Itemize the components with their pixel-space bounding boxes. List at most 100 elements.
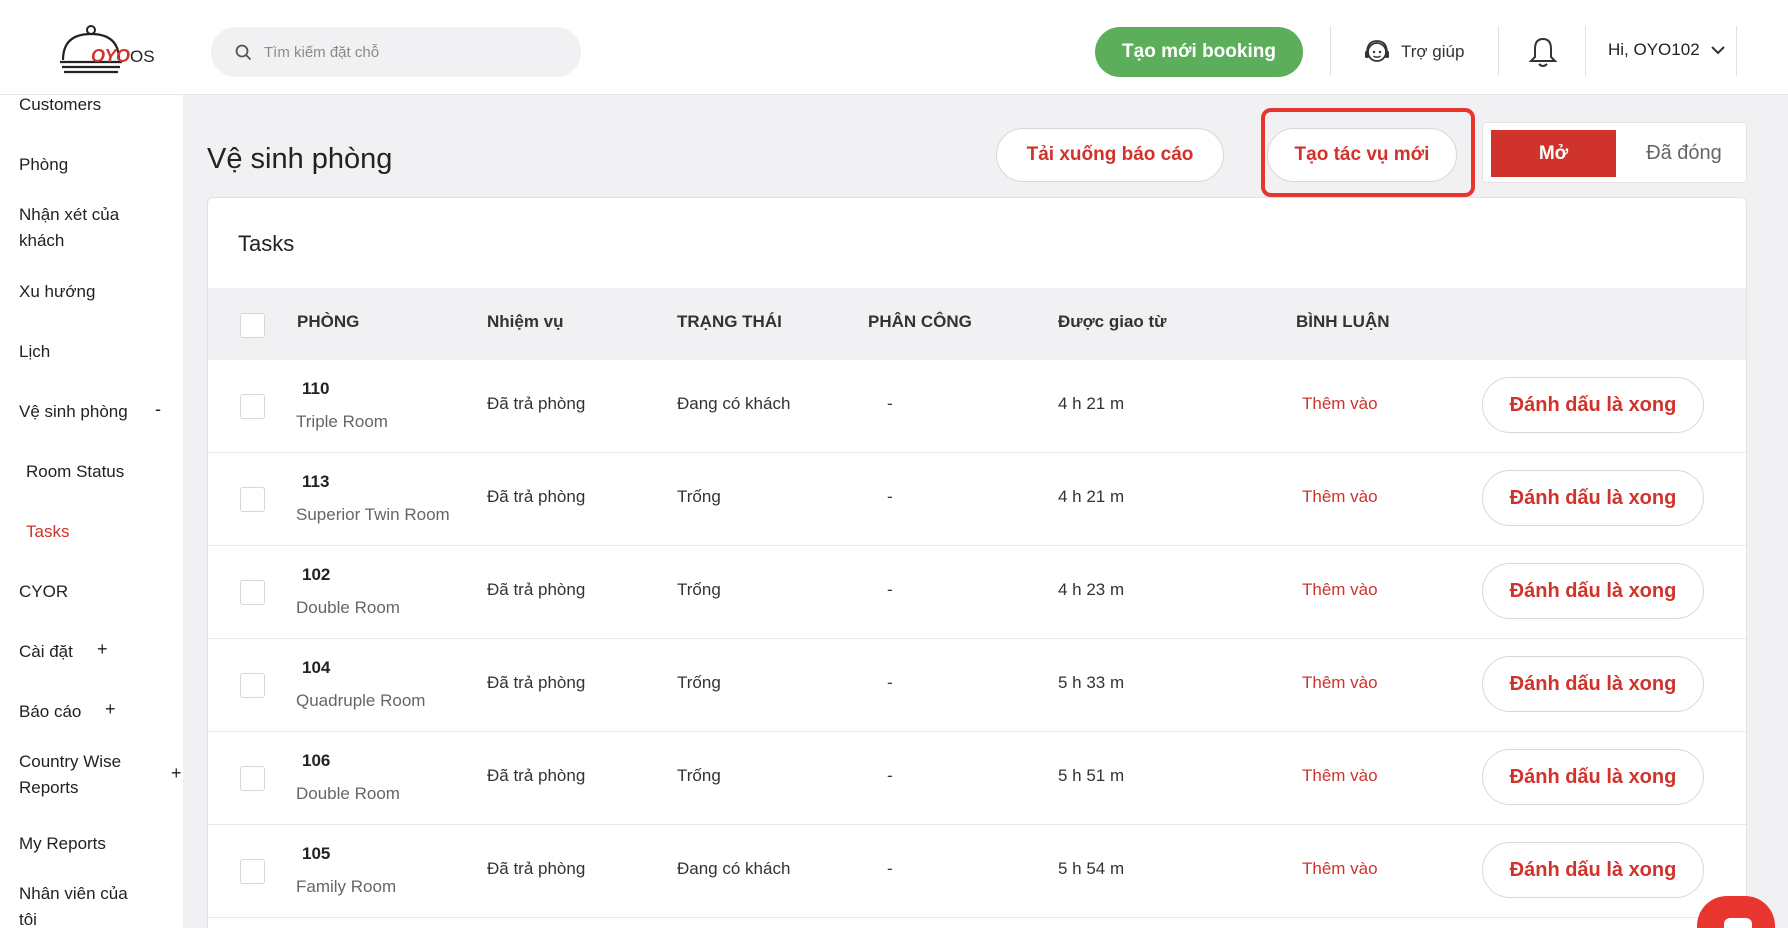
room-number: 113 — [302, 472, 330, 491]
task-cell: Đã trả phòng — [487, 394, 586, 413]
table-row: 105 Family Room Đã trả phòng Đang có khá… — [208, 825, 1746, 918]
row-checkbox[interactable] — [240, 859, 265, 884]
assigned-since-cell: 4 h 21 m — [1058, 394, 1125, 413]
help-link[interactable]: Trợ giúp — [1363, 38, 1464, 66]
column-header-assigned-since: Được giao từ — [1058, 312, 1167, 331]
column-header-status: TRẠNG THÁI — [677, 312, 782, 331]
chat-widget-button[interactable] — [1697, 896, 1775, 928]
sidebar-item-calendar[interactable]: Lịch — [19, 339, 50, 365]
logo-brand-text: OYO — [91, 46, 130, 66]
room-type: Quadruple Room — [296, 691, 426, 710]
user-menu[interactable]: Hi, OYO102 — [1608, 40, 1726, 60]
download-report-button[interactable]: Tải xuống báo cáo — [996, 128, 1224, 182]
search-input[interactable] — [264, 43, 564, 61]
add-comment-link[interactable]: Thêm vào — [1302, 859, 1378, 879]
sidebar-item-housekeeping[interactable]: Vệ sinh phòng — [19, 399, 128, 425]
mark-done-button[interactable]: Đánh dấu là xong — [1482, 563, 1704, 619]
bell-icon — [1528, 37, 1558, 67]
sidebar-item-tasks[interactable]: Tasks — [26, 519, 69, 545]
status-cell: Trống — [677, 580, 721, 599]
help-label: Trợ giúp — [1401, 42, 1465, 61]
add-comment-link[interactable]: Thêm vào — [1302, 580, 1378, 600]
expand-icon[interactable]: + — [105, 699, 116, 720]
toggle-closed-button[interactable]: Đã đóng — [1625, 130, 1743, 177]
sidebar-item-trends[interactable]: Xu hướng — [19, 279, 95, 305]
tasks-card: Tasks PHÒNG Nhiệm vụ TRẠNG THÁI PHÂN CÔN… — [207, 197, 1747, 928]
sidebar-item-guest-reviews[interactable]: Nhận xét của khách — [19, 202, 119, 254]
assigned-since-cell: 5 h 33 m — [1058, 673, 1125, 692]
task-cell: Đã trả phòng — [487, 673, 586, 692]
room-number: 106 — [302, 751, 331, 770]
row-checkbox[interactable] — [240, 487, 265, 512]
task-cell: Đã trả phòng — [487, 487, 586, 506]
header-divider — [1330, 26, 1331, 76]
toggle-open-button[interactable]: Mở — [1491, 130, 1616, 177]
sidebar-item-rooms[interactable]: Phòng — [19, 152, 68, 178]
table-row: 104 Quadruple Room Đã trả phòng Trống - … — [208, 639, 1746, 732]
sidebar-item-my-reports[interactable]: My Reports — [19, 831, 106, 857]
task-cell: Đã trả phòng — [487, 766, 586, 785]
add-comment-link[interactable]: Thêm vào — [1302, 487, 1378, 507]
page-title: Vệ sinh phòng — [207, 143, 393, 175]
user-greeting: Hi, OYO102 — [1608, 40, 1700, 59]
expand-icon[interactable]: + — [171, 763, 182, 784]
room-type: Double Room — [296, 598, 400, 617]
mark-done-button[interactable]: Đánh dấu là xong — [1482, 470, 1704, 526]
table-row: 102 Double Room Đã trả phòng Trống - 4 h… — [208, 546, 1746, 639]
room-number: 110 — [302, 379, 330, 398]
status-cell: Đang có khách — [677, 859, 791, 878]
assignment-cell: - — [887, 766, 893, 785]
header-divider — [1736, 26, 1737, 76]
sidebar-item-settings[interactable]: Cài đặt — [19, 639, 73, 665]
assigned-since-cell: 4 h 23 m — [1058, 580, 1125, 599]
expand-icon[interactable]: + — [97, 639, 108, 660]
select-all-checkbox[interactable] — [240, 313, 265, 338]
room-type: Triple Room — [296, 412, 388, 431]
column-header-comments: BÌNH LUẬN — [1296, 312, 1390, 331]
column-header-task: Nhiệm vụ — [487, 312, 564, 331]
table-header: PHÒNG Nhiệm vụ TRẠNG THÁI PHÂN CÔNG Được… — [208, 288, 1746, 360]
add-comment-link[interactable]: Thêm vào — [1302, 394, 1378, 414]
mark-done-button[interactable]: Đánh dấu là xong — [1482, 377, 1704, 433]
sidebar-item-my-staff[interactable]: Nhân viên của tôi — [19, 881, 128, 928]
table-row: 106 Double Room Đã trả phòng Trống - 5 h… — [208, 732, 1746, 825]
row-checkbox[interactable] — [240, 673, 265, 698]
mark-done-button[interactable]: Đánh dấu là xong — [1482, 842, 1704, 898]
notification-bell[interactable] — [1528, 36, 1558, 73]
status-cell: Trống — [677, 673, 721, 692]
assigned-since-cell: 4 h 21 m — [1058, 487, 1125, 506]
header-divider — [1498, 26, 1499, 76]
assignment-cell: - — [887, 859, 893, 878]
room-type: Family Room — [296, 877, 397, 896]
add-comment-link[interactable]: Thêm vào — [1302, 766, 1378, 786]
task-cell: Đã trả phòng — [487, 859, 586, 878]
collapse-icon[interactable]: - — [155, 399, 161, 420]
search-icon — [235, 44, 252, 60]
assignment-cell: - — [887, 394, 893, 413]
sidebar-item-reports[interactable]: Báo cáo — [19, 699, 81, 725]
add-comment-link[interactable]: Thêm vào — [1302, 673, 1378, 693]
card-title: Tasks — [238, 231, 295, 256]
status-cell: Đang có khách — [677, 394, 791, 413]
sidebar-item-cyor[interactable]: CYOR — [19, 579, 68, 605]
column-header-assignment: PHÂN CÔNG — [868, 312, 972, 331]
support-agent-icon — [1365, 40, 1389, 62]
mark-done-button[interactable]: Đánh dấu là xong — [1482, 749, 1704, 805]
assigned-since-cell: 5 h 51 m — [1058, 766, 1125, 785]
row-checkbox[interactable] — [240, 580, 265, 605]
column-header-room: PHÒNG — [297, 312, 360, 331]
row-checkbox[interactable] — [240, 394, 265, 419]
sidebar-item-customers[interactable]: Customers — [19, 92, 101, 118]
chat-icon — [1724, 918, 1752, 928]
sidebar-item-country-wise-reports[interactable]: Country Wise Reports — [19, 749, 121, 801]
header-divider — [1585, 26, 1586, 76]
row-checkbox[interactable] — [240, 766, 265, 791]
new-booking-button[interactable]: Tạo mới booking — [1095, 27, 1303, 77]
status-cell: Trống — [677, 487, 721, 506]
mark-done-button[interactable]: Đánh dấu là xong — [1482, 656, 1704, 712]
oyo-os-logo[interactable]: OYO OS — [58, 24, 168, 80]
sidebar-item-room-status[interactable]: Room Status — [26, 459, 124, 485]
chevron-down-icon — [1710, 46, 1725, 55]
search-bar[interactable] — [211, 27, 581, 77]
room-number: 104 — [302, 658, 331, 677]
